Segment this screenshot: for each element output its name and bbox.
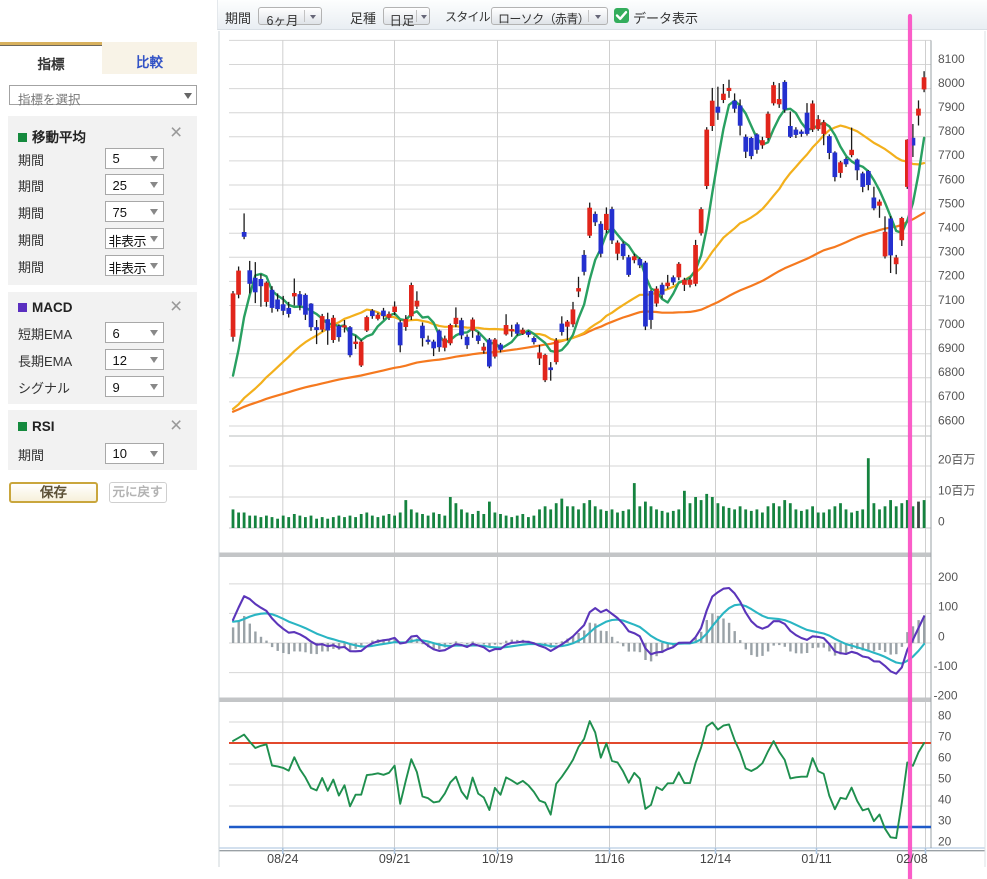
svg-text:200: 200 — [938, 570, 958, 584]
svg-text:20: 20 — [938, 834, 952, 848]
svg-text:20百万: 20百万 — [938, 452, 975, 466]
svg-text:7600: 7600 — [938, 172, 965, 186]
svg-text:-200: -200 — [934, 688, 958, 702]
svg-text:50: 50 — [938, 771, 952, 785]
svg-text:08/24: 08/24 — [267, 852, 298, 866]
svg-text:11/16: 11/16 — [594, 852, 624, 866]
svg-text:12/14: 12/14 — [700, 852, 731, 866]
svg-text:80: 80 — [938, 708, 952, 722]
svg-text:100: 100 — [938, 600, 958, 614]
svg-text:7900: 7900 — [938, 100, 965, 114]
svg-text:6700: 6700 — [938, 389, 965, 403]
svg-text:01/11: 01/11 — [801, 852, 831, 866]
svg-text:6800: 6800 — [938, 365, 965, 379]
svg-text:7300: 7300 — [938, 245, 965, 259]
svg-text:09/21: 09/21 — [379, 852, 410, 866]
svg-text:60: 60 — [938, 750, 952, 764]
svg-text:10/19: 10/19 — [482, 852, 513, 866]
svg-text:6900: 6900 — [938, 341, 965, 355]
svg-text:7200: 7200 — [938, 269, 965, 283]
svg-text:40: 40 — [938, 792, 952, 806]
svg-text:7400: 7400 — [938, 221, 965, 235]
svg-text:6600: 6600 — [938, 413, 965, 427]
svg-text:-100: -100 — [934, 659, 958, 673]
svg-text:8100: 8100 — [938, 52, 965, 66]
svg-text:7800: 7800 — [938, 124, 965, 138]
svg-text:7000: 7000 — [938, 317, 965, 331]
svg-text:02/08: 02/08 — [896, 852, 927, 866]
svg-text:7700: 7700 — [938, 148, 965, 162]
svg-text:7100: 7100 — [938, 293, 965, 307]
svg-text:0: 0 — [938, 629, 945, 643]
svg-text:7500: 7500 — [938, 196, 965, 210]
svg-text:10百万: 10百万 — [938, 483, 975, 497]
svg-text:8000: 8000 — [938, 76, 965, 90]
svg-text:30: 30 — [938, 813, 952, 827]
svg-text:0: 0 — [938, 514, 945, 528]
svg-text:70: 70 — [938, 729, 952, 743]
